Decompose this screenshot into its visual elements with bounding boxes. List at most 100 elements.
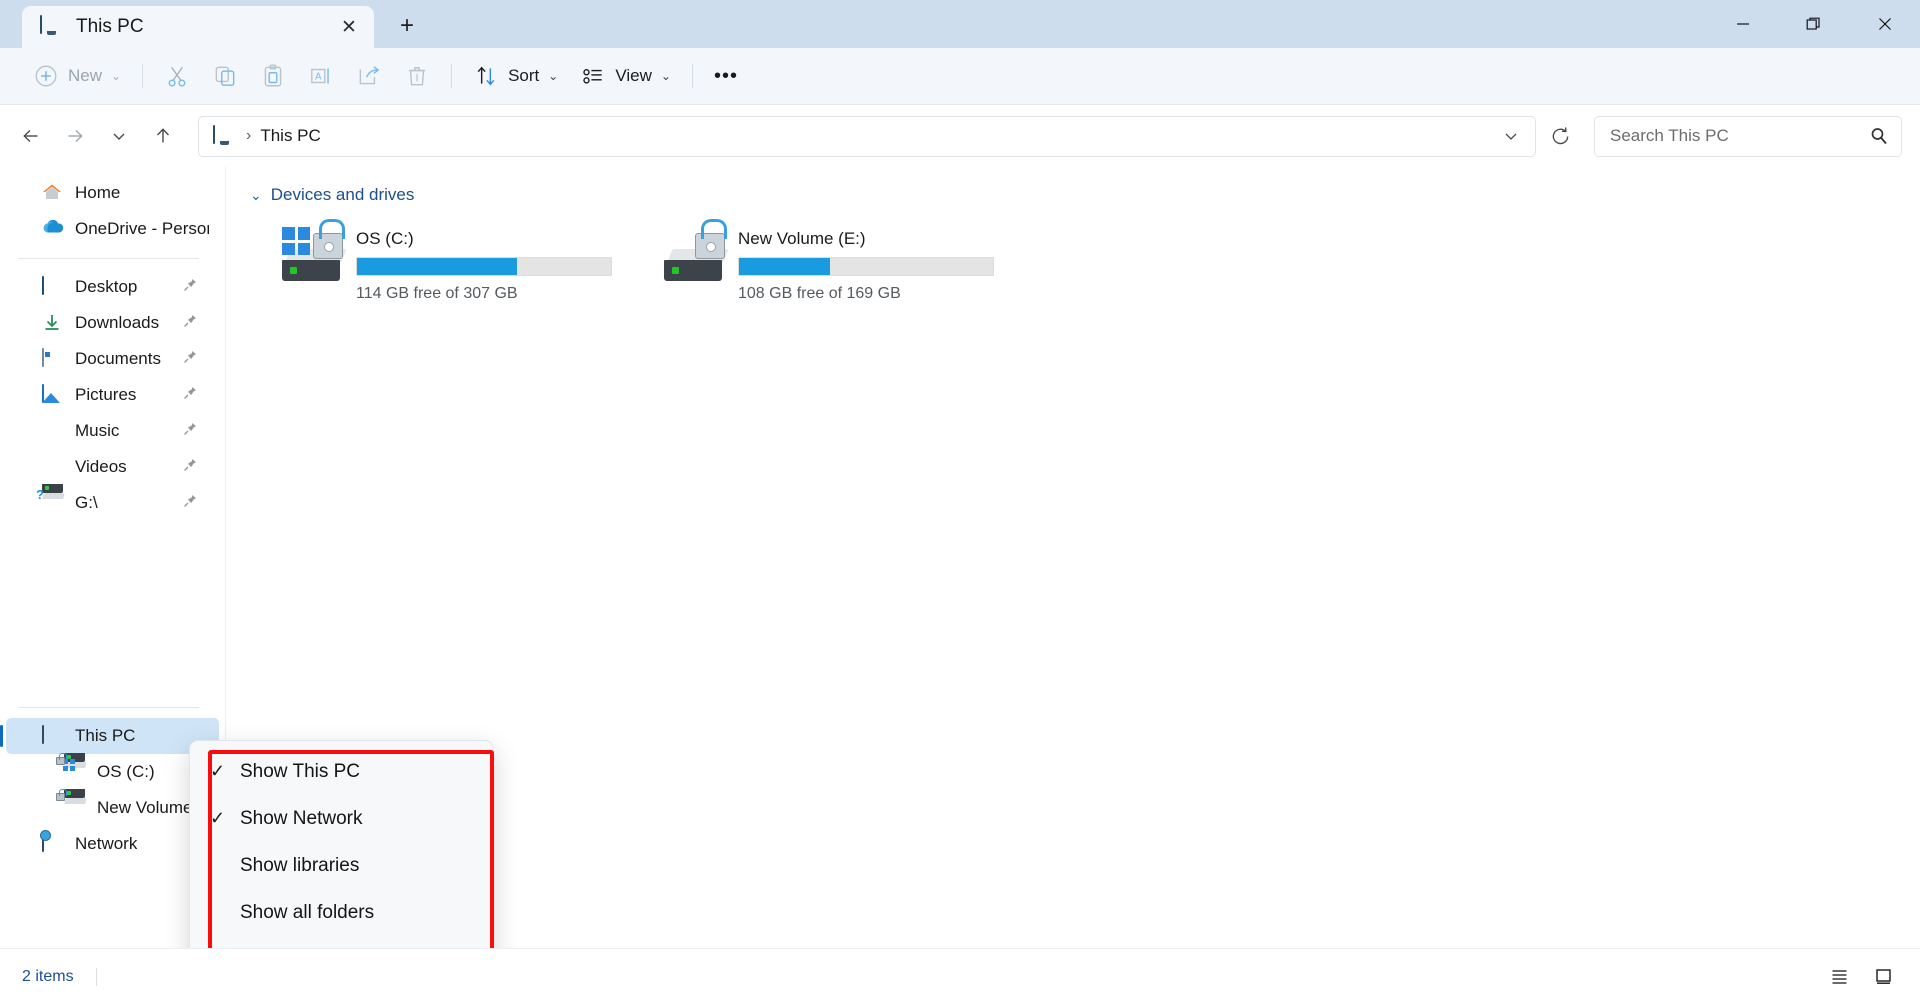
details-view-icon [1832,970,1846,984]
recent-locations-button[interactable] [98,115,140,157]
restore-button[interactable] [1778,0,1849,48]
close-icon [1878,18,1891,30]
pin-icon[interactable] [183,314,197,332]
item-count: 2 items [22,967,74,985]
search-box[interactable] [1594,115,1902,157]
chevron-down-icon: ⌄ [548,69,559,83]
search-icon[interactable] [1869,126,1889,146]
close-window-button[interactable] [1849,0,1920,48]
cut-button[interactable] [153,56,201,96]
search-input[interactable] [1610,126,1869,146]
music-icon [42,421,64,441]
forward-button[interactable] [54,115,96,157]
refresh-button[interactable] [1538,116,1582,157]
up-button[interactable] [142,115,184,157]
chevron-down-icon [1505,133,1517,140]
drive-tile-os-c[interactable]: OS (C:) 114 GB free of 307 GB [278,219,660,309]
pin-icon[interactable] [183,350,197,368]
address-dropdown-button[interactable] [1493,119,1529,153]
menu-item-show-this-pc[interactable]: ✓ Show This PC [195,748,488,795]
sidebar-item-g-drive[interactable]: ? G:\ [6,484,219,521]
pin-icon[interactable] [183,386,197,404]
chevron-down-icon: ⌄ [111,69,122,83]
navigation-bar: › This PC [0,105,1920,167]
capacity-bar-fill [739,258,831,275]
pin-icon[interactable] [183,278,197,296]
sidebar-label: G:\ [75,493,98,512]
drive-name: OS (C:) [356,229,414,248]
new-button[interactable]: New ⌄ [22,56,132,96]
menu-item-label: Show Network [240,807,363,829]
sidebar-item-this-pc[interactable]: This PC [0,718,219,754]
sidebar-label: Network [75,834,138,853]
view-button[interactable]: View ⌄ [569,56,682,96]
network-icon [40,830,64,854]
details-view-button[interactable] [1820,960,1858,994]
sidebar-item-onedrive[interactable]: OneDrive - Personal [6,211,219,247]
rename-button[interactable]: A [297,56,345,96]
new-tab-button[interactable]: + [388,7,426,45]
desktop-icon [42,276,64,297]
sidebar-label: Documents [75,349,161,368]
drive-tiles: OS (C:) 114 GB free of 307 GB New Volume… [250,219,1920,309]
drive-name: New Volume (E:) [738,229,866,248]
breadcrumb-this-pc[interactable]: This PC [260,126,320,146]
menu-item-show-all-folders[interactable]: Show all folders [195,889,488,936]
sort-button[interactable]: Sort ⌄ [462,56,569,96]
share-button[interactable] [345,56,393,96]
see-more-button[interactable]: ••• [703,56,749,96]
chevron-down-icon [113,133,125,140]
file-explorer-window: This PC ✕ + New ⌄ A Sort ⌄ View ⌄ ••• › … [0,0,1920,1004]
sidebar-divider-2 [18,707,199,708]
check-icon: ✓ [210,808,226,828]
sidebar-item-new-volume[interactable]: New Volume [6,789,219,826]
refresh-icon [1552,126,1568,144]
sidebar-item-os-c[interactable]: OS (C:) [6,753,219,790]
address-bar[interactable]: › This PC [198,115,1536,157]
trash-icon [408,67,426,86]
status-bar: 2 items [0,948,1920,1004]
group-header-devices-and-drives[interactable]: ⌄ Devices and drives [250,185,1920,205]
pin-icon[interactable] [183,458,197,476]
toolbar-divider [142,64,144,88]
copy-button[interactable] [201,56,249,96]
drive-capacity-text: 108 GB free of 169 GB [738,285,901,302]
close-tab-icon[interactable]: ✕ [334,12,364,42]
home-icon [42,183,64,203]
minimize-button[interactable] [1707,0,1778,48]
sidebar-item-music[interactable]: Music [6,413,219,449]
drive-tile-new-volume-e[interactable]: New Volume (E:) 108 GB free of 169 GB [660,219,1042,309]
group-title: Devices and drives [270,185,415,204]
rename-icon: A [311,68,329,84]
ellipsis-icon: ••• [713,64,738,87]
paste-button[interactable] [249,56,297,96]
large-icons-view-button[interactable] [1864,960,1902,994]
toolbar-divider-3 [691,64,693,88]
pin-icon[interactable] [183,422,197,440]
copy-icon [215,66,235,86]
sidebar-item-home[interactable]: Home [6,175,219,211]
clipboard-icon [264,64,282,87]
drive-icon: ? [36,484,65,513]
menu-item-show-network[interactable]: ✓ Show Network [195,795,488,842]
sort-label: Sort [508,66,540,85]
sidebar-item-pictures[interactable]: Pictures [6,377,219,413]
delete-button[interactable] [393,56,441,96]
tab-this-pc[interactable]: This PC ✕ [22,6,374,48]
capacity-bar [738,257,994,276]
monitor-icon [40,15,62,38]
scissors-icon [168,66,186,87]
sidebar-item-documents[interactable]: Documents [6,341,219,377]
this-pc-icon [42,725,64,746]
back-button[interactable] [10,115,52,157]
this-pc-icon [213,125,235,146]
sidebar-item-desktop[interactable]: Desktop [6,269,219,305]
sidebar-label: OneDrive - Personal [75,219,209,238]
sidebar-label: Downloads [75,313,160,332]
sidebar-item-downloads[interactable]: Downloads [6,305,219,341]
sidebar-item-network[interactable]: Network [6,826,219,862]
menu-item-show-libraries[interactable]: Show libraries [195,842,488,889]
chevron-down-icon[interactable]: ⌄ [250,187,262,204]
pin-icon[interactable] [183,494,197,512]
sidebar-item-videos[interactable]: Videos [6,449,219,485]
